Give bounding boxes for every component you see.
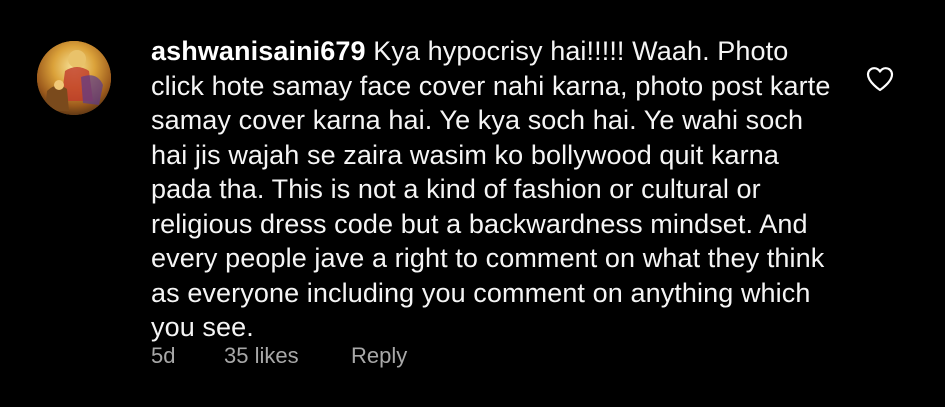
heart-icon[interactable]: [866, 66, 894, 92]
comment-time: 5d: [151, 343, 176, 368]
comment-body: ashwanisaini679 Kya hypocrisy hai!!!!! W…: [151, 34, 841, 345]
comment-username[interactable]: ashwanisaini679: [151, 36, 366, 66]
likes-count[interactable]: 35 likes: [224, 343, 299, 369]
avatar-image: [37, 41, 111, 115]
comment-text: Kya hypocrisy hai!!!!! Waah. Photo click…: [151, 36, 831, 342]
avatar[interactable]: [37, 41, 111, 115]
reply-button[interactable]: Reply: [351, 343, 407, 369]
